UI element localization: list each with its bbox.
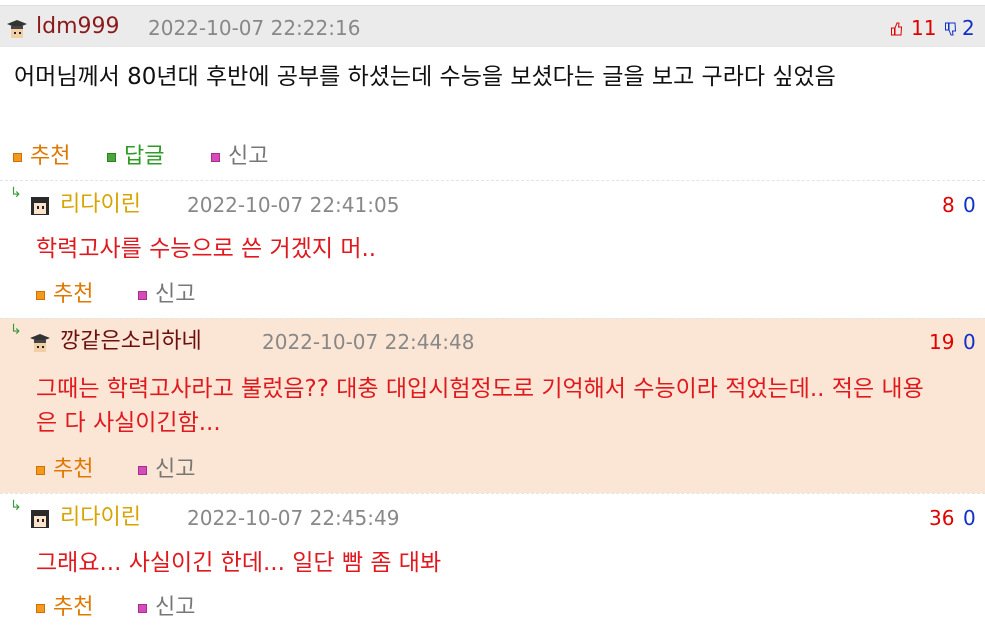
report-icon <box>138 465 147 475</box>
reply-username[interactable]: 깡같은소리하네 <box>60 331 202 353</box>
report-button[interactable]: 신고 <box>138 284 195 306</box>
reply-username[interactable]: 리다이린 <box>60 194 141 216</box>
report-icon <box>211 152 220 162</box>
reply-icon <box>107 152 116 162</box>
reply-button[interactable]: 답글 <box>107 146 164 168</box>
recommend-button[interactable]: 추천 <box>13 146 70 168</box>
reply-upvote-count: 8 <box>942 193 955 217</box>
reply-arrow-icon: ↳ <box>10 185 22 201</box>
post-timestamp: 2022-10-07 22:22:16 <box>148 16 361 40</box>
reply-downvote-count: 0 <box>963 193 976 217</box>
reply-username[interactable]: 리다이린 <box>60 507 141 529</box>
reply-timestamp: 2022-10-07 22:45:49 <box>187 506 400 530</box>
plus-icon <box>36 465 45 475</box>
girl-avatar-icon <box>31 510 49 528</box>
reply-body: 그래요... 사실이긴 한데... 일단 빰 좀 대봐 <box>36 550 442 576</box>
plus-icon <box>36 603 45 613</box>
report-button[interactable]: 신고 <box>138 459 195 481</box>
reply-upvote-count: 36 <box>929 506 955 530</box>
reply-upvote-count: 19 <box>929 330 955 354</box>
post-downvote-count: 2 <box>962 16 975 40</box>
girl-avatar-icon <box>31 197 49 215</box>
recommend-button[interactable]: 추천 <box>36 284 93 306</box>
post-upvote-count: 11 <box>911 16 937 40</box>
reply-arrow-icon: ↳ <box>10 498 22 514</box>
reply-body: 학력고사를 수능으로 쓴 거겠지 머.. <box>36 236 377 262</box>
comment-thread: ldm999 2022-10-07 22:22:16 11 2 어머님께서 80… <box>0 0 985 631</box>
post-username[interactable]: ldm999 <box>36 16 120 38</box>
reply-arrow-icon: ↳ <box>10 322 22 338</box>
reply-timestamp: 2022-10-07 22:44:48 <box>262 330 475 354</box>
reply-downvote-count: 0 <box>963 330 976 354</box>
thumb-down-icon[interactable] <box>945 22 956 36</box>
report-icon <box>138 603 147 613</box>
recommend-button[interactable]: 추천 <box>36 597 93 619</box>
grad-cap-avatar-icon <box>7 20 27 38</box>
report-button[interactable]: 신고 <box>211 146 268 168</box>
plus-icon <box>13 152 22 162</box>
grad-cap-avatar-icon <box>30 334 50 352</box>
post-body: 어머님께서 80년대 후반에 공부를 하셨는데 수능을 보셨다는 글을 보고 구… <box>14 64 836 90</box>
reply-timestamp: 2022-10-07 22:41:05 <box>187 193 400 217</box>
report-button[interactable]: 신고 <box>138 597 195 619</box>
report-icon <box>138 290 147 300</box>
recommend-button[interactable]: 추천 <box>36 459 93 481</box>
plus-icon <box>36 290 45 300</box>
reply-body: 그때는 학력고사라고 불렀음?? 대충 대입시험정도로 기억해서 수능이라 적었… <box>36 376 924 436</box>
thumb-up-icon[interactable] <box>891 22 902 36</box>
reply-downvote-count: 0 <box>963 506 976 530</box>
